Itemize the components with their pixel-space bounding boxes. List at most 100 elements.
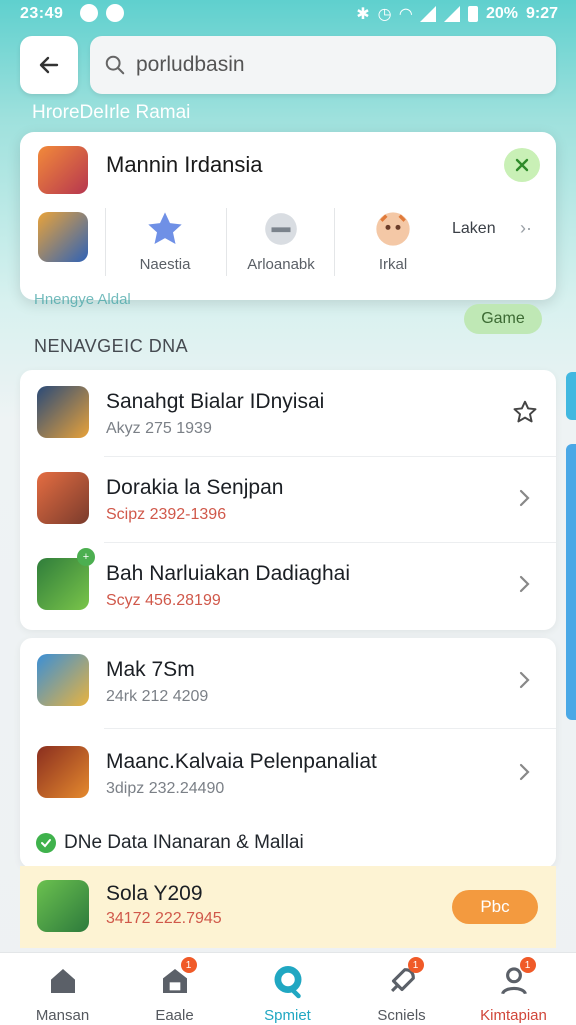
sub-label: HroreDeIrle Ramai xyxy=(32,102,191,123)
side-tab[interactable] xyxy=(566,372,576,420)
new-badge-icon: + xyxy=(77,548,95,566)
option-label: Arloanabk xyxy=(247,256,315,273)
chat-icon xyxy=(270,963,306,999)
more-icon[interactable]: ›· xyxy=(520,218,532,239)
star-icon[interactable] xyxy=(512,398,538,426)
results-card: Sanahgt Bialar IDnyisai Akyz 275 1939 Do… xyxy=(20,370,556,630)
rocket-icon: 1 xyxy=(384,957,424,999)
arrow-left-icon xyxy=(39,56,59,74)
bottom-navigation: Mansan 1 Eaale Spmiet 1 Scniels 1 Kimtap… xyxy=(0,952,576,1025)
chevron-right-icon[interactable] xyxy=(512,758,538,786)
item-meta: Akyz 275 1939 xyxy=(106,420,212,437)
nav-label: Eaale xyxy=(155,1007,194,1024)
suggestion-popup: Mannin Irdansia Naestia Arloanabk Irkal … xyxy=(20,132,556,300)
notification-icon xyxy=(106,4,124,22)
shield-icon xyxy=(260,208,302,250)
option-label: Irkal xyxy=(378,256,408,273)
divider xyxy=(334,208,335,276)
nav-home[interactable]: Mansan xyxy=(5,953,120,1025)
chevron-right-icon[interactable] xyxy=(512,570,538,598)
app-icon[interactable] xyxy=(38,212,88,262)
scrollbar[interactable] xyxy=(566,444,576,720)
item-title: Maanc.Kalvaia Pelenpanaliat xyxy=(106,750,377,773)
item-meta: 3dipz 232.24490 xyxy=(106,780,225,797)
verified-label: DNe Data INanaran & Mallai xyxy=(36,832,304,854)
close-button[interactable] xyxy=(504,148,540,182)
list-item[interactable]: Maanc.Kalvaia Pelenpanaliat 3dipz 232.24… xyxy=(20,730,556,816)
notification-icons xyxy=(80,4,124,22)
option-laken[interactable]: Laken xyxy=(452,220,496,238)
nav-chat[interactable]: Spmiet xyxy=(230,953,345,1025)
bluetooth-icon: ✱ xyxy=(356,6,370,23)
list-item[interactable]: Sanahgt Bialar IDnyisai Akyz 275 1939 xyxy=(20,370,556,456)
status-bar: 23:49 ✱ ◷ ◠ 20% 9:27 xyxy=(0,0,576,30)
battery-icon xyxy=(467,6,478,22)
status-clock: 9:27 xyxy=(525,5,558,22)
nav-label: Mansan xyxy=(35,1007,90,1024)
home-icon xyxy=(45,963,81,999)
star-icon xyxy=(144,208,186,250)
item-meta: 34172 222.7945 xyxy=(106,910,222,927)
popup-option[interactable]: Naestia xyxy=(110,208,220,273)
item-title: Sanahgt Bialar IDnyisai xyxy=(106,390,325,413)
search-input[interactable] xyxy=(134,52,518,78)
nav-label: Kimtapian xyxy=(480,1007,547,1024)
chevron-right-icon[interactable] xyxy=(512,666,538,694)
close-icon xyxy=(515,158,529,172)
popup-option[interactable]: Arloanabk xyxy=(226,208,336,273)
notification-badge: 1 xyxy=(407,957,424,973)
profile-icon: 1 xyxy=(496,957,536,999)
search-icon xyxy=(104,54,126,76)
item-meta: Scyz 456.28199 xyxy=(106,592,221,609)
item-meta: Scipz 2392-1396 xyxy=(106,506,227,523)
divider xyxy=(105,208,106,276)
notification-badge: 1 xyxy=(180,957,197,973)
app-icon xyxy=(37,880,89,932)
list-item[interactable]: + Bah Narluiakan Dadiaghai Scyz 456.2819… xyxy=(20,542,556,628)
app-icon xyxy=(37,558,89,610)
item-title: Mak 7Sm xyxy=(106,658,195,681)
status-indicators: ✱ ◷ ◠ 20% 9:27 xyxy=(356,4,558,24)
featured-action-button[interactable]: Pbc xyxy=(452,890,538,924)
option-label: Naestia xyxy=(139,256,191,273)
signal-icon xyxy=(419,6,436,22)
game-filter-pill[interactable]: Game xyxy=(464,304,542,334)
check-icon xyxy=(36,833,56,853)
search-header xyxy=(20,36,556,94)
section-title: NENAVGEIC DNA xyxy=(34,336,189,356)
search-box[interactable] xyxy=(90,36,556,94)
item-title: Bah Narluiakan Dadiaghai xyxy=(106,562,350,585)
featured-item[interactable]: Sola Y209 34172 222.7945 Pbc xyxy=(20,866,556,948)
status-time: 23:49 xyxy=(20,5,64,22)
nav-label: Scniels xyxy=(377,1007,426,1024)
app-icon[interactable] xyxy=(38,146,88,194)
battery-percent: 20% xyxy=(485,5,518,22)
signal-icon xyxy=(443,6,460,22)
notification-icon xyxy=(80,4,98,22)
item-meta: 24rk 212 4209 xyxy=(106,688,209,705)
nav-rocket[interactable]: 1 Scniels xyxy=(344,953,459,1025)
chevron-right-icon[interactable] xyxy=(512,484,538,512)
wifi-icon: ◠ xyxy=(399,6,412,23)
nav-store[interactable]: 1 Eaale xyxy=(117,953,232,1025)
faded-label: Hnengye Aldal xyxy=(34,291,131,308)
divider xyxy=(104,728,556,729)
nav-label: Spmiet xyxy=(264,1007,311,1024)
app-icon xyxy=(37,654,89,706)
character-icon xyxy=(372,208,414,250)
verified-text: DNe Data INanaran & Mallai xyxy=(64,832,304,853)
store-icon: 1 xyxy=(157,957,197,999)
app-icon xyxy=(37,746,89,798)
item-title: Sola Y209 xyxy=(106,882,203,905)
back-button[interactable] xyxy=(20,36,78,94)
notification-badge: 1 xyxy=(519,957,536,973)
app-icon xyxy=(37,472,89,524)
item-title: Dorakia la Senjpan xyxy=(106,476,284,499)
list-item[interactable]: Mak 7Sm 24rk 212 4209 xyxy=(20,638,556,724)
nav-profile[interactable]: 1 Kimtapian xyxy=(456,953,571,1025)
popup-title[interactable]: Mannin Irdansia xyxy=(106,152,263,178)
popup-option[interactable]: Irkal xyxy=(338,208,448,273)
list-item[interactable]: Dorakia la Senjpan Scipz 2392-1396 xyxy=(20,456,556,542)
alarm-icon: ◷ xyxy=(377,6,392,23)
app-icon xyxy=(37,386,89,438)
